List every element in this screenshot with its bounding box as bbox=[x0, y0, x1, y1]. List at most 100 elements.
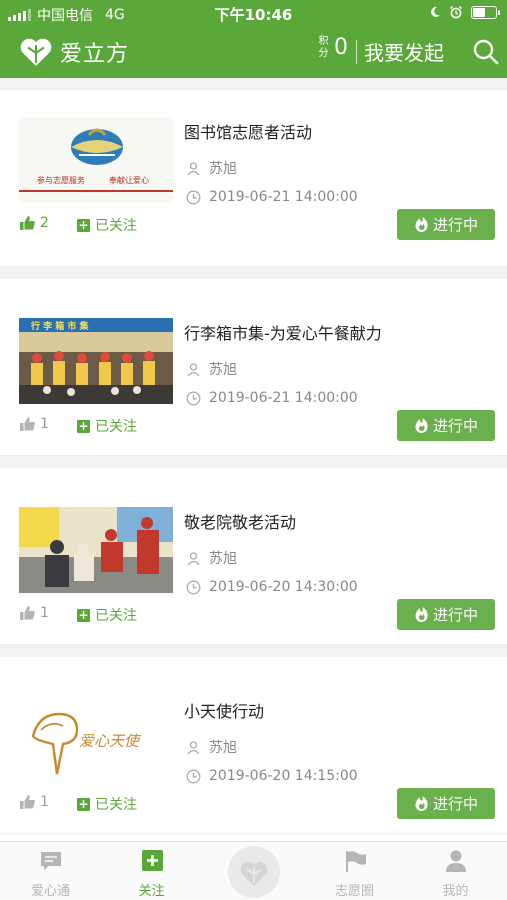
activity-time: 2019-06-21 14:00:00 bbox=[186, 189, 358, 205]
flame-icon bbox=[415, 418, 428, 434]
activity-author: 苏旭 bbox=[186, 158, 237, 178]
author-name: 苏旭 bbox=[209, 161, 237, 177]
clock-icon bbox=[186, 580, 201, 594]
status-bar: 中国电信 4G 下午10:46 bbox=[0, 0, 507, 28]
follow-label: 已关注 bbox=[95, 608, 137, 624]
tab-aixintong[interactable]: 爱心通 bbox=[0, 842, 101, 900]
app-root: 中国电信 4G 下午10:46 爱立方 积分 0 我要发起 参与志愿服务 奉献让… bbox=[0, 0, 507, 900]
activity-title[interactable]: 敬老院敬老活动 bbox=[184, 509, 296, 533]
like-button[interactable]: 2 bbox=[19, 215, 49, 231]
chat-icon bbox=[40, 852, 61, 870]
follow-label: 已关注 bbox=[95, 419, 137, 435]
plus-square-icon: + bbox=[77, 796, 90, 811]
status-label: 进行中 bbox=[432, 417, 478, 435]
search-icon[interactable] bbox=[472, 38, 500, 66]
app-title: 爱立方 bbox=[60, 42, 130, 67]
author-name: 苏旭 bbox=[209, 362, 237, 378]
activity-time: 2019-06-20 14:15:00 bbox=[186, 768, 358, 784]
plus-square-icon: + bbox=[77, 418, 90, 433]
activity-title[interactable]: 小天使行动 bbox=[184, 698, 264, 722]
thumbs-up-icon bbox=[20, 216, 35, 230]
follow-label: 已关注 bbox=[95, 218, 137, 234]
status-button[interactable]: 进行中 bbox=[397, 788, 495, 819]
activity-datetime: 2019-06-21 14:00:00 bbox=[209, 390, 358, 406]
status-right bbox=[429, 5, 500, 19]
heart-logo-icon bbox=[20, 38, 52, 66]
follow-button[interactable]: + 已关注 bbox=[77, 416, 137, 436]
thumbs-up-icon bbox=[20, 417, 35, 431]
activity-thumbnail[interactable]: 爱心天使 bbox=[19, 696, 173, 782]
moon-icon bbox=[431, 6, 440, 17]
activity-time: 2019-06-21 14:00:00 bbox=[186, 390, 358, 406]
plus-square-icon: + bbox=[77, 607, 90, 622]
status-label: 进行中 bbox=[432, 606, 478, 624]
bottom-tab-bar: 爱心通 关注 志愿圈 我的 bbox=[0, 841, 507, 900]
center-heart-button[interactable] bbox=[228, 846, 280, 898]
like-count: 1 bbox=[40, 794, 49, 810]
alarm-icon bbox=[450, 6, 462, 19]
activity-time: 2019-06-20 14:30:00 bbox=[186, 579, 358, 595]
activity-card[interactable]: 参与志愿服务 奉献让爱心 图书馆志愿者活动 苏旭 2019-06-21 14:0… bbox=[0, 90, 507, 267]
tab-follow[interactable]: 关注 bbox=[101, 842, 202, 900]
clock-icon bbox=[186, 769, 201, 783]
person-icon bbox=[445, 850, 466, 872]
like-count: 1 bbox=[40, 605, 49, 621]
status-button[interactable]: 进行中 bbox=[397, 209, 495, 240]
points-value: 0 bbox=[334, 35, 348, 60]
tab-volunteer-circle[interactable]: 志愿圈 bbox=[304, 842, 405, 900]
activity-datetime: 2019-06-21 14:00:00 bbox=[209, 189, 358, 205]
like-button[interactable]: 1 bbox=[19, 794, 49, 810]
like-count: 1 bbox=[40, 416, 49, 432]
activity-card[interactable]: 爱心天使 小天使行动 苏旭 2019-06-20 14:15:00 1 + 已关… bbox=[0, 645, 507, 834]
activity-thumbnail[interactable] bbox=[19, 507, 173, 593]
like-count: 2 bbox=[40, 215, 49, 231]
follow-button[interactable]: + 已关注 bbox=[77, 215, 137, 235]
thumbs-up-icon bbox=[20, 606, 35, 620]
tab-label: 志愿圈 bbox=[334, 884, 374, 899]
follow-button[interactable]: + 已关注 bbox=[77, 794, 137, 814]
flame-icon bbox=[415, 796, 428, 812]
like-button[interactable]: 1 bbox=[19, 416, 49, 432]
header-divider bbox=[356, 40, 357, 64]
plus-square-icon: + bbox=[77, 217, 90, 232]
person-icon bbox=[187, 161, 200, 175]
clock-icon bbox=[186, 190, 201, 204]
activity-author: 苏旭 bbox=[186, 737, 237, 757]
thumb-banner-text: 行 李 箱 市 集 bbox=[30, 320, 90, 332]
activity-author: 苏旭 bbox=[186, 359, 237, 379]
activity-card[interactable]: 行 李 箱 市 集 行李箱市集-为爱心午餐献力 苏旭 2019-06-21 14… bbox=[0, 267, 507, 456]
activity-thumbnail[interactable]: 参与志愿服务 奉献让爱心 bbox=[19, 117, 173, 203]
activity-datetime: 2019-06-20 14:15:00 bbox=[209, 768, 358, 784]
author-name: 苏旭 bbox=[209, 551, 237, 567]
flame-icon bbox=[415, 217, 428, 233]
points-label: 积分 bbox=[318, 35, 329, 59]
activity-title[interactable]: 行李箱市集-为爱心午餐献力 bbox=[184, 320, 382, 344]
plus-square-icon bbox=[141, 850, 163, 871]
thumbs-up-icon bbox=[20, 795, 35, 809]
follow-button[interactable]: + 已关注 bbox=[77, 605, 137, 625]
launch-activity-button[interactable]: 我要发起 bbox=[364, 37, 444, 66]
status-button[interactable]: 进行中 bbox=[397, 599, 495, 630]
app-header: 爱立方 积分 0 我要发起 bbox=[0, 28, 507, 78]
battery-icon bbox=[471, 5, 500, 19]
status-label: 进行中 bbox=[432, 216, 478, 234]
status-button[interactable]: 进行中 bbox=[397, 410, 495, 441]
person-icon bbox=[187, 740, 200, 754]
like-button[interactable]: 1 bbox=[19, 605, 49, 621]
heart-logo-icon bbox=[240, 862, 268, 886]
activity-list: 参与志愿服务 奉献让爱心 图书馆志愿者活动 苏旭 2019-06-21 14:0… bbox=[0, 78, 507, 834]
thumb-caption-left: 参与志愿服务 bbox=[37, 175, 85, 185]
activity-card[interactable]: 敬老院敬老活动 苏旭 2019-06-20 14:30:00 1 + 已关注 进… bbox=[0, 456, 507, 645]
thumb-logo-text: 爱心天使 bbox=[79, 732, 142, 750]
activity-thumbnail[interactable]: 行 李 箱 市 集 bbox=[19, 318, 173, 404]
points-display[interactable]: 积分 0 bbox=[318, 35, 349, 60]
clock-icon bbox=[186, 391, 201, 405]
tab-label: 我的 bbox=[442, 884, 469, 899]
author-name: 苏旭 bbox=[209, 740, 237, 756]
activity-datetime: 2019-06-20 14:30:00 bbox=[209, 579, 358, 595]
tab-mine[interactable]: 我的 bbox=[405, 842, 506, 900]
status-label: 进行中 bbox=[432, 795, 478, 813]
activity-title[interactable]: 图书馆志愿者活动 bbox=[184, 119, 312, 143]
person-icon bbox=[187, 551, 200, 565]
follow-label: 已关注 bbox=[95, 797, 137, 813]
